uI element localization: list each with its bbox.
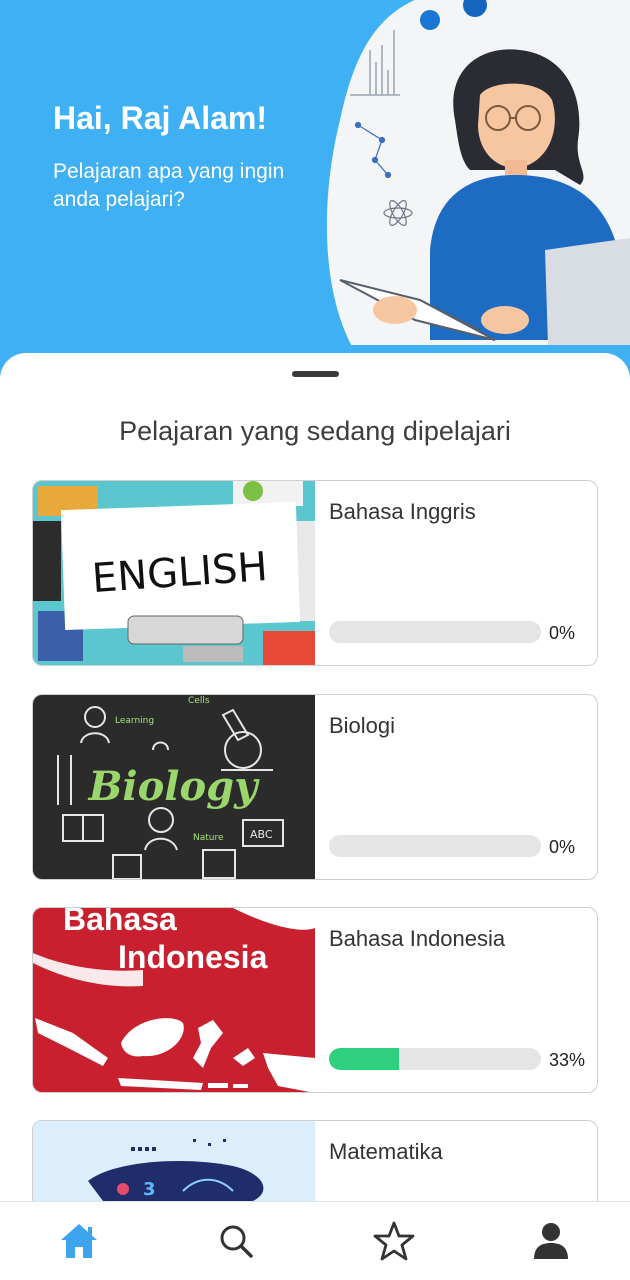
biology-label-cells: Cells: [188, 696, 210, 706]
biology-thumbnail-text: Biology: [88, 763, 261, 810]
progress-bar: [329, 1048, 541, 1070]
progress-fill: [329, 1048, 399, 1070]
profile-icon: [534, 1223, 569, 1259]
bahasa-thumbnail-text-line2: Indonesia: [118, 939, 268, 975]
student-illustration: [320, 0, 630, 360]
course-name: Matematika: [329, 1139, 443, 1164]
bahasa-thumbnail-text-line1: Bahasa: [63, 908, 177, 937]
header-banner: Hai, Raj Alam! Pelajaran apa yang ingin …: [0, 0, 630, 400]
bottom-navigation: [0, 1201, 630, 1280]
section-title: Pelajaran yang sedang dipelajari: [119, 416, 511, 446]
course-card-biologi[interactable]: Learning Nature ABC Cells Biology Biolog…: [32, 694, 598, 880]
biology-label-learning: Learning: [115, 716, 154, 726]
progress-label: 0%: [549, 623, 576, 643]
matematika-thumbnail-text: 3: [143, 1179, 156, 1200]
nav-favorites[interactable]: [315, 1202, 473, 1280]
course-name: Bahasa Inggris: [329, 499, 476, 524]
nav-search[interactable]: [158, 1202, 316, 1280]
greeting-text: Hai, Raj Alam!: [53, 100, 267, 136]
nav-profile[interactable]: [473, 1202, 630, 1280]
course-thumbnail-english: ENGLISH: [33, 481, 315, 665]
course-name: Bahasa Indonesia: [329, 926, 506, 951]
progress-label: 33%: [549, 1050, 586, 1070]
course-thumbnail-biology: Learning Nature ABC Cells Biology: [33, 695, 315, 879]
progress-label: 0%: [549, 837, 576, 857]
course-thumbnail-bahasa-indonesia: Bahasa Indonesia: [33, 908, 315, 1092]
course-card-bahasa-inggris[interactable]: ENGLISH Bahasa Inggris 0%: [32, 480, 598, 666]
course-card-bahasa-indonesia[interactable]: Bahasa Indonesia Bahasa Indonesia 33%: [32, 907, 598, 1093]
greeting-subtitle: Pelajaran apa yang ingin anda pelajari?: [53, 160, 285, 211]
biology-label-abc: ABC: [250, 828, 273, 841]
drag-handle[interactable]: [292, 371, 339, 377]
course-name: Biologi: [329, 713, 396, 738]
home-icon: [60, 1224, 97, 1258]
courses-sheet: Pelajaran yang sedang dipelajari ENGLISH: [0, 353, 630, 1280]
progress-bar: [329, 621, 541, 643]
search-icon: [220, 1225, 253, 1258]
star-icon: [373, 1221, 415, 1261]
nav-home[interactable]: [0, 1202, 158, 1280]
progress-bar: [329, 835, 541, 857]
biology-label-nature: Nature: [193, 833, 224, 843]
